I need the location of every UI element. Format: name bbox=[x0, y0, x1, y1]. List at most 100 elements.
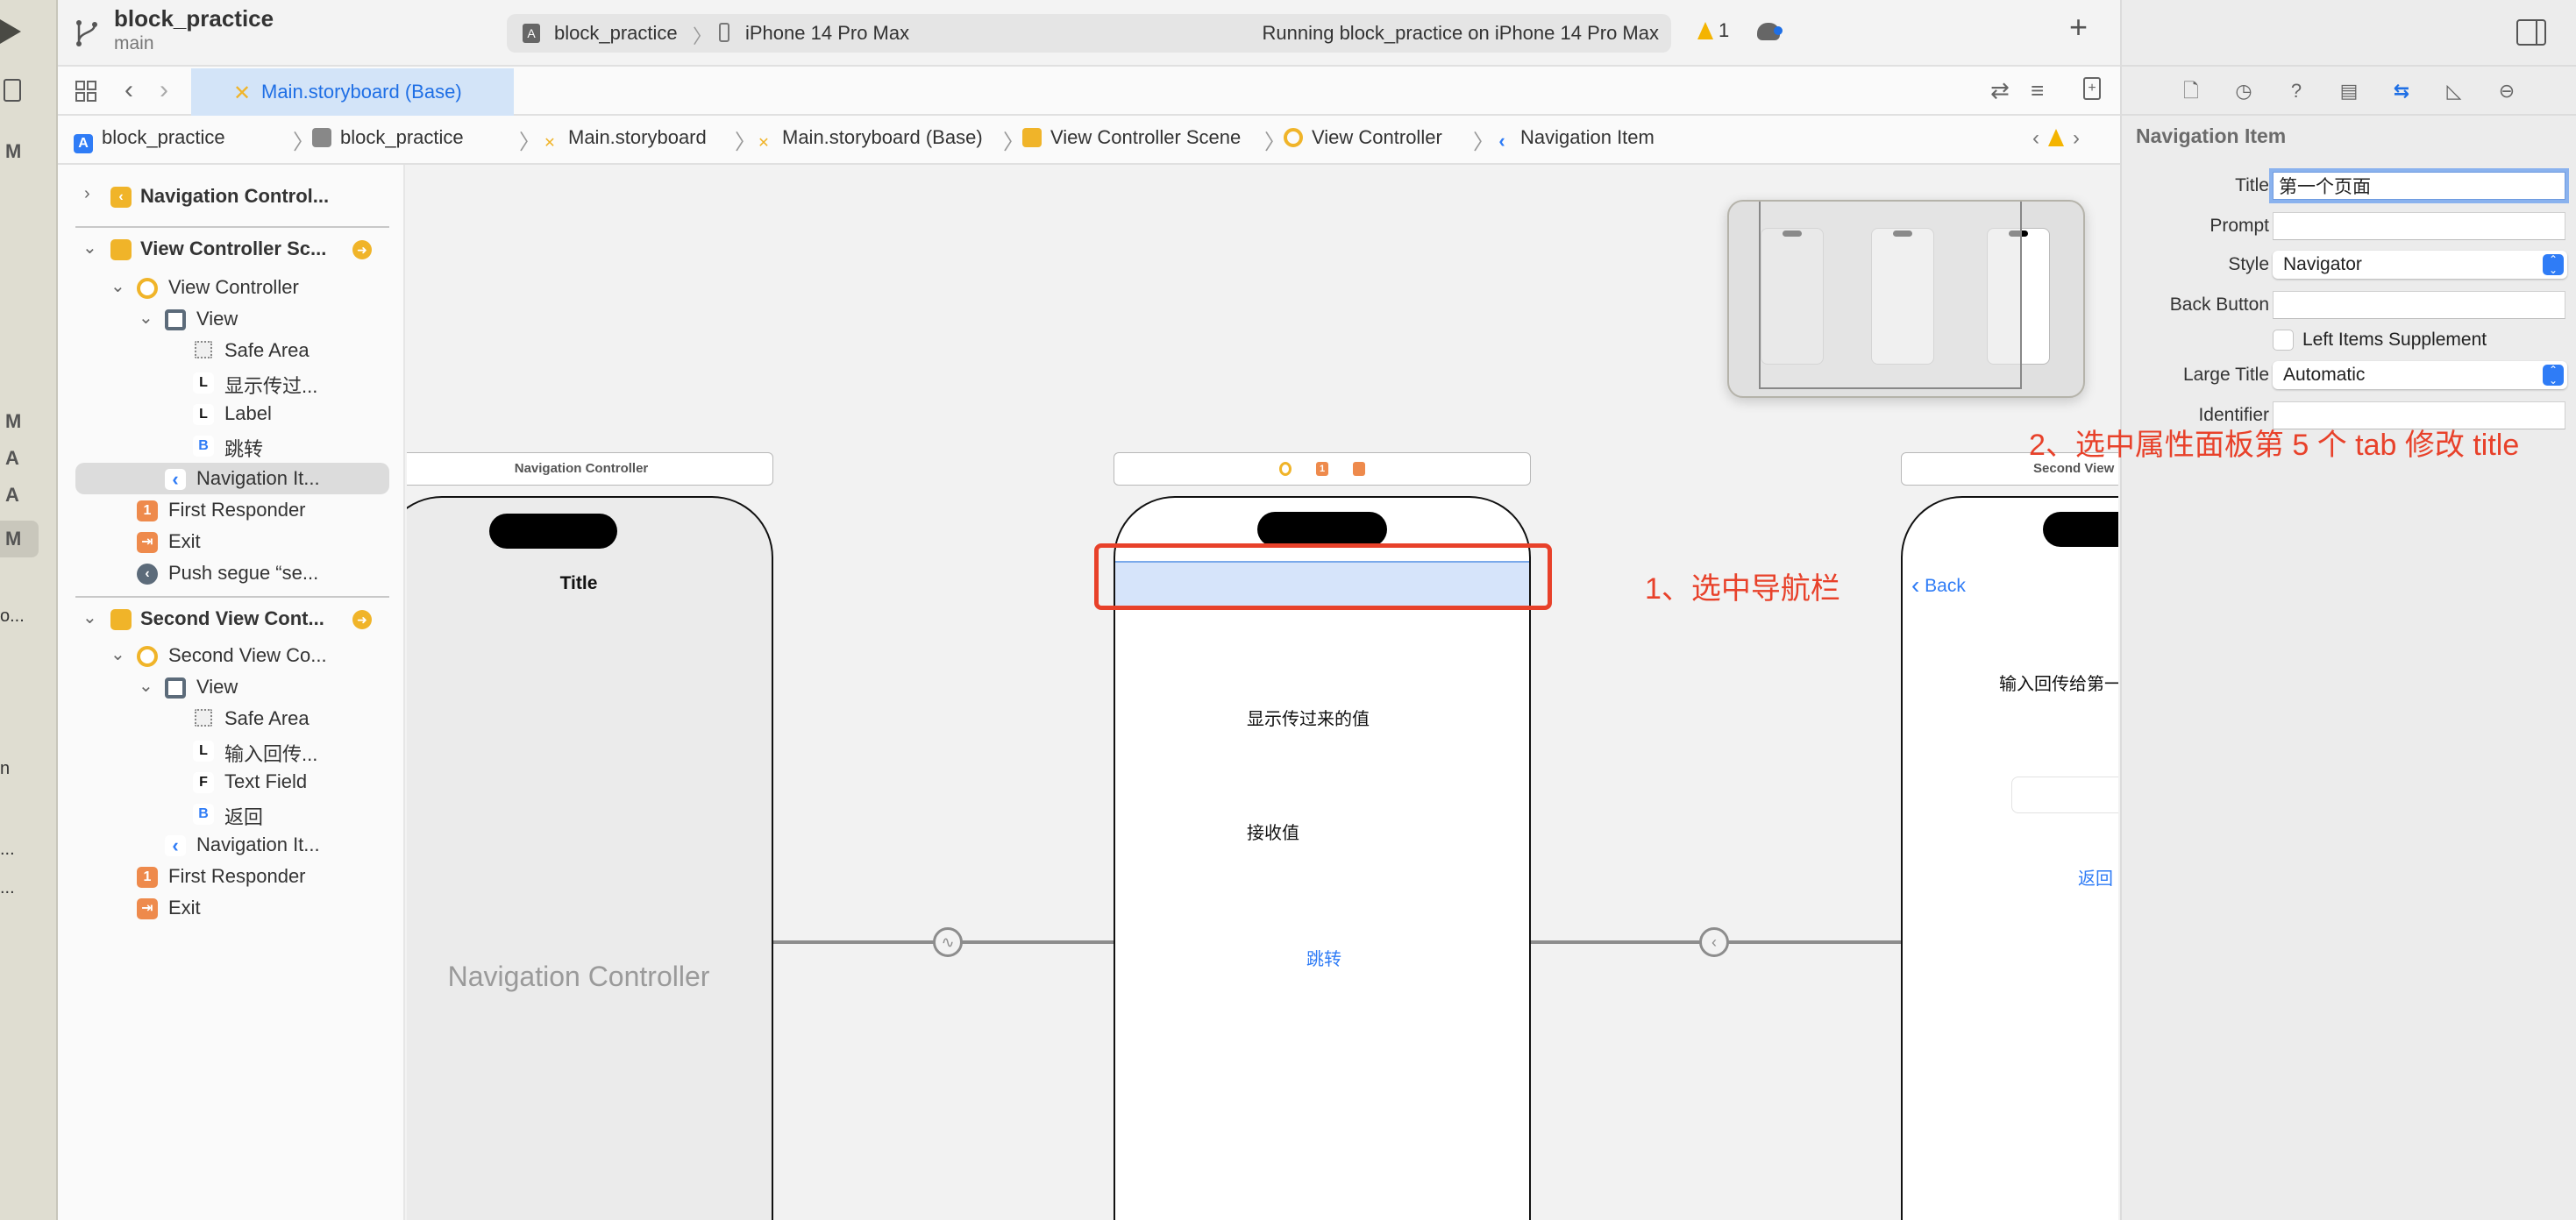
breadcrumb-navigation-item[interactable]: ‹ Navigation Item bbox=[1492, 126, 1654, 151]
outline-item-safe-area[interactable]: Safe Area bbox=[75, 335, 389, 366]
outline-item-exit[interactable]: ⇥ Exit bbox=[75, 526, 389, 557]
return-button[interactable]: 返回 bbox=[2078, 864, 2113, 890]
strip-letter-selected[interactable]: M bbox=[0, 521, 39, 557]
outline-item-text-field[interactable]: F Text Field bbox=[75, 766, 389, 798]
adjust-editor-icon[interactable]: ⇄ bbox=[1990, 77, 2010, 104]
outline-item-push-segue[interactable]: ‹ Push segue “se... bbox=[75, 557, 389, 589]
go-back-icon[interactable]: ‹ bbox=[125, 75, 133, 105]
outline-item-navigation-item[interactable]: ‹ Navigation It... bbox=[75, 829, 389, 861]
outline-item-view[interactable]: ⌄ View bbox=[75, 303, 389, 335]
branch-name[interactable]: main bbox=[114, 33, 154, 54]
warning-indicator[interactable]: 1 bbox=[1697, 19, 1729, 42]
next-issue-icon[interactable]: › bbox=[2073, 126, 2080, 150]
outline-item-view-controller[interactable]: ⌄ View Controller bbox=[75, 272, 389, 303]
text-field[interactable] bbox=[2011, 777, 2118, 813]
annotation-step-1: 1、选中导航栏 bbox=[1645, 572, 1840, 606]
exit-icon[interactable] bbox=[1353, 462, 1366, 477]
add-library-button[interactable]: + bbox=[2069, 9, 2088, 46]
dynamic-island bbox=[2043, 512, 2118, 547]
scene-dock-view-controller[interactable]: 1 bbox=[1114, 452, 1531, 486]
chevron-down-icon[interactable]: ⌄ bbox=[139, 307, 156, 329]
style-select[interactable]: Navigator ⌃ ⌄ bbox=[2273, 251, 2567, 279]
large-title-select[interactable]: Automatic ⌃ ⌄ bbox=[2273, 361, 2567, 389]
outline-item-second-view-controller-scene[interactable]: ⌄ Second View Cont... ➜ bbox=[75, 603, 389, 635]
chevron-right-icon[interactable]: › bbox=[84, 184, 102, 204]
view-icon bbox=[165, 677, 186, 699]
outline-item-button[interactable]: B 跳转 bbox=[75, 429, 389, 461]
label-input-return[interactable]: 输入回传给第一 bbox=[1999, 670, 2118, 695]
connections-inspector-icon[interactable]: ⊖ bbox=[2495, 79, 2518, 103]
back-button[interactable]: ‹ Back bbox=[1911, 571, 1966, 599]
outline-item-first-responder[interactable]: 1 First Responder bbox=[75, 494, 389, 526]
back-button-field[interactable] bbox=[2273, 291, 2565, 319]
outline-item-safe-area[interactable]: Safe Area bbox=[75, 703, 389, 734]
minimap-viewport[interactable] bbox=[1759, 202, 2022, 389]
outline-item-view[interactable]: ⌄ View bbox=[75, 671, 389, 703]
root-relationship-segue-icon[interactable]: ∿ bbox=[933, 927, 963, 957]
breadcrumb-storyboard[interactable]: ✕ Main.storyboard bbox=[540, 126, 706, 153]
outline-item-button[interactable]: B 返回 bbox=[75, 798, 389, 829]
background-window-strip: M M A A M o... n ... ... bbox=[0, 0, 58, 1220]
navigation-controller-frame[interactable]: Title Navigation Controller bbox=[407, 496, 773, 1220]
editor-options-icon[interactable]: ≡ bbox=[2031, 77, 2044, 104]
outline-item-label[interactable]: L Label bbox=[75, 398, 389, 429]
chevron-down-icon[interactable]: ⌄ bbox=[82, 237, 100, 259]
segue-line[interactable] bbox=[773, 940, 1164, 944]
related-items-grid-icon[interactable] bbox=[75, 81, 96, 102]
exit-icon: ⇥ bbox=[137, 532, 158, 553]
file-inspector-icon[interactable]: 🗋 bbox=[2180, 79, 2202, 103]
tab-main-storyboard[interactable]: ✕ Main.storyboard (Base) bbox=[191, 68, 514, 116]
device-selector[interactable]: iPhone 14 Pro Max bbox=[745, 22, 909, 45]
outline-item-navigation-item-selected[interactable]: ‹ Navigation It... bbox=[75, 463, 389, 494]
push-segue-icon[interactable]: ‹ bbox=[1699, 927, 1729, 957]
outline-item-first-responder[interactable]: 1 First Responder bbox=[75, 861, 389, 892]
outline-item-second-view-controller[interactable]: ⌄ Second View Co... bbox=[75, 640, 389, 671]
label-display-value[interactable]: 显示传过来的值 bbox=[1247, 705, 1370, 730]
second-view-controller-frame[interactable]: ‹ Back 输入回传给第一 返回 bbox=[1901, 496, 2118, 1220]
breadcrumb-scene[interactable]: View Controller Scene bbox=[1022, 126, 1241, 149]
go-forward-icon[interactable]: › bbox=[160, 75, 168, 105]
cloud-status-icon[interactable] bbox=[1757, 23, 1783, 40]
activity-view[interactable]: A block_practice 〉 iPhone 14 Pro Max Run… bbox=[507, 14, 1671, 53]
toggle-inspector-icon[interactable] bbox=[2516, 19, 2546, 46]
add-editor-icon[interactable]: + bbox=[2083, 77, 2101, 100]
outline-item-exit[interactable]: ⇥ Exit bbox=[75, 892, 389, 924]
storyboard-canvas[interactable]: Navigation Controller Title Navigation C… bbox=[407, 165, 2118, 1220]
attributes-inspector-icon[interactable]: ⇆ bbox=[2390, 79, 2413, 103]
breadcrumb-storyboard-base[interactable]: ✕ Main.storyboard (Base) bbox=[754, 126, 982, 153]
jump-button[interactable]: 跳转 bbox=[1115, 945, 1529, 970]
chevron-down-icon[interactable]: ⌄ bbox=[139, 675, 156, 697]
project-name[interactable]: block_practice bbox=[114, 5, 274, 32]
identity-inspector-icon[interactable]: ▤ bbox=[2338, 79, 2360, 103]
breadcrumb-view-controller[interactable]: View Controller bbox=[1284, 126, 1442, 149]
scheme-selector[interactable]: block_practice bbox=[554, 22, 678, 45]
outline-label: First Responder bbox=[168, 499, 306, 521]
scene-dock-navigation-controller[interactable]: Navigation Controller bbox=[407, 452, 773, 486]
breadcrumb-group[interactable]: block_practice bbox=[312, 126, 464, 149]
scene-icon bbox=[110, 609, 132, 630]
previous-issue-icon[interactable]: ‹ bbox=[2032, 126, 2039, 150]
run-icon[interactable] bbox=[0, 19, 21, 44]
canvas-minimap[interactable] bbox=[1727, 200, 2085, 398]
chevron-down-icon[interactable]: ⌄ bbox=[110, 275, 128, 297]
outline-item-view-controller-scene[interactable]: ⌄ View Controller Sc... ➜ bbox=[75, 233, 389, 265]
size-inspector-icon[interactable]: ◺ bbox=[2443, 79, 2466, 103]
first-responder-icon[interactable]: 1 bbox=[1316, 462, 1328, 477]
outline-item-label[interactable]: L 显示传过... bbox=[75, 366, 389, 398]
button-icon: B bbox=[193, 436, 214, 457]
outline-item-label[interactable]: L 输入回传... bbox=[75, 734, 389, 766]
history-inspector-icon[interactable]: ◷ bbox=[2232, 79, 2255, 103]
prompt-field[interactable] bbox=[2273, 212, 2565, 240]
chevron-down-icon[interactable]: ⌄ bbox=[82, 606, 100, 628]
outline-item-navigation-controller-scene[interactable]: › ‹ Navigation Control... bbox=[75, 181, 389, 212]
chevron-down-icon[interactable]: ⌄ bbox=[110, 643, 128, 665]
strip-letter: M bbox=[5, 410, 22, 432]
outline-label: Safe Area bbox=[224, 707, 310, 729]
title-field[interactable] bbox=[2269, 168, 2569, 203]
left-items-supplement-checkbox[interactable] bbox=[2273, 330, 2294, 351]
breadcrumb-project[interactable]: Ablock_practice bbox=[74, 126, 225, 153]
label-receive-value[interactable]: 接收值 bbox=[1247, 819, 1299, 844]
help-inspector-icon[interactable]: ? bbox=[2285, 79, 2308, 103]
view-controller-icon[interactable] bbox=[1278, 462, 1292, 477]
issue-navigator[interactable]: ‹ › bbox=[2032, 126, 2080, 151]
